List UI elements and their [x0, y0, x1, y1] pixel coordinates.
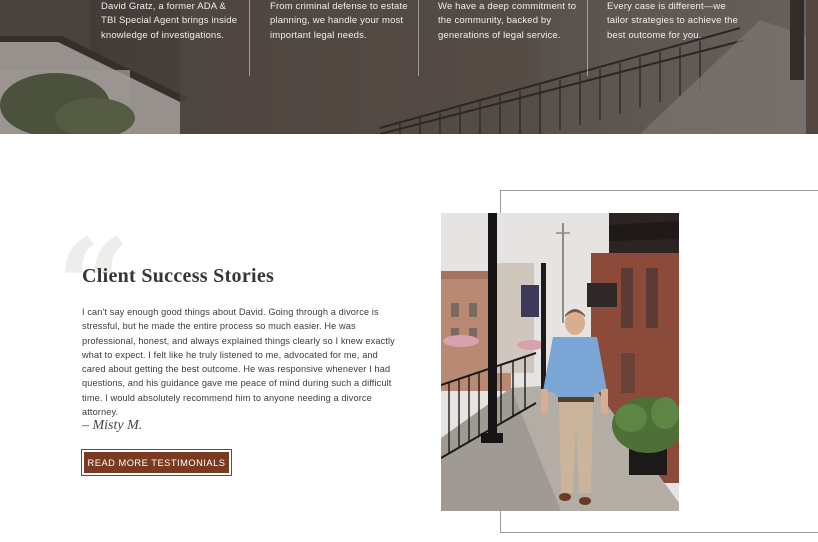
hero-column-experience: David Gratz, a former ADA & TBI Special …: [101, 0, 241, 76]
hero-column-text: Every case is different—we tailor strate…: [607, 0, 739, 41]
hero-column-text: David Gratz, a former ADA & TBI Special …: [101, 0, 238, 41]
testimonial-author: – Misty M.: [82, 418, 143, 433]
hero-column-community: We have a deep commitment to the communi…: [438, 0, 578, 76]
attorney-photo: [441, 213, 679, 511]
hero-band: David Gratz, a former ADA & TBI Special …: [0, 0, 818, 134]
hero-column-strategy: Every case is different—we tailor strate…: [607, 0, 747, 76]
hero-column-text: We have a deep commitment to the communi…: [438, 0, 577, 41]
hero-column-practice: From criminal defense to estate planning…: [270, 0, 408, 76]
read-more-testimonials-button[interactable]: READ MORE TESTIMONIALS: [81, 449, 232, 476]
hero-column-text: From criminal defense to estate planning…: [270, 0, 408, 41]
read-more-testimonials-label: READ MORE TESTIMONIALS: [84, 452, 229, 473]
testimonial-text: I can't say enough good things about Dav…: [82, 307, 395, 418]
section-title: Client Success Stories: [82, 265, 275, 287]
attorney-photo-image: [441, 213, 679, 511]
hero-divider: [587, 0, 588, 76]
hero-divider: [418, 0, 419, 76]
hero-divider: [249, 0, 250, 76]
